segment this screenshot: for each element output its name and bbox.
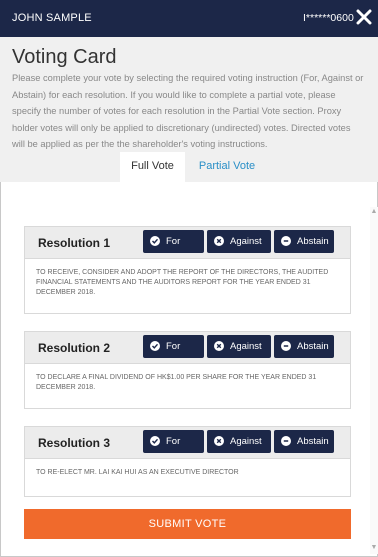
against-button[interactable]: Against <box>207 335 271 358</box>
for-label: For <box>166 341 181 352</box>
resolution-card: Resolution 1 For Against Abstain TO RECE… <box>24 226 351 314</box>
abstain-button[interactable]: Abstain <box>274 230 334 253</box>
for-label: For <box>166 436 181 447</box>
abstain-button[interactable]: Abstain <box>274 335 334 358</box>
top-bar: JOHN SAMPLE I******0600 <box>0 0 378 37</box>
minus-circle-icon <box>281 236 291 246</box>
submit-vote-button[interactable]: SUBMIT VOTE <box>24 509 351 539</box>
account-number: I******0600 <box>303 12 354 24</box>
resolution-header: Resolution 1 For Against Abstain <box>25 227 350 259</box>
for-button[interactable]: For <box>143 430 204 453</box>
resolution-text: TO RE-ELECT MR. LAI KAI HUI AS AN EXECUT… <box>36 469 239 476</box>
scrollbar[interactable] <box>370 207 378 554</box>
close-icon[interactable] <box>356 8 372 26</box>
resolution-card: Resolution 3 For Against Abstain TO RE-E… <box>24 426 351 497</box>
resolution-title: Resolution 1 <box>38 236 111 250</box>
for-button[interactable]: For <box>143 335 204 358</box>
user-name: JOHN SAMPLE <box>12 12 92 24</box>
resolution-title: Resolution 2 <box>38 341 111 355</box>
against-button[interactable]: Against <box>207 230 271 253</box>
resolution-text: TO RECEIVE, CONSIDER AND ADOPT THE REPOR… <box>36 269 329 296</box>
for-button[interactable]: For <box>143 230 204 253</box>
page-title: Voting Card <box>12 46 117 68</box>
against-label: Against <box>230 436 262 447</box>
scroll-down-icon[interactable]: ▼ <box>370 544 378 552</box>
x-circle-icon <box>214 236 224 246</box>
resolution-header: Resolution 3 For Against Abstain <box>25 427 350 459</box>
abstain-label: Abstain <box>297 236 329 247</box>
minus-circle-icon <box>281 436 291 446</box>
abstain-label: Abstain <box>297 341 329 352</box>
x-circle-icon <box>214 341 224 351</box>
abstain-label: Abstain <box>297 436 329 447</box>
scroll-up-icon[interactable]: ▲ <box>370 208 378 216</box>
minus-circle-icon <box>281 341 291 351</box>
for-label: For <box>166 236 181 247</box>
resolution-card: Resolution 2 For Against Abstain TO DECL… <box>24 331 351 409</box>
check-icon <box>150 236 160 246</box>
resolution-header: Resolution 2 For Against Abstain <box>25 332 350 364</box>
intro-text: Please complete your vote by selecting t… <box>12 73 364 149</box>
against-label: Against <box>230 236 262 247</box>
tab-full-vote[interactable]: Full Vote <box>120 152 185 182</box>
check-icon <box>150 341 160 351</box>
tab-partial-vote[interactable]: Partial Vote <box>188 152 266 183</box>
against-button[interactable]: Against <box>207 430 271 453</box>
x-circle-icon <box>214 436 224 446</box>
against-label: Against <box>230 341 262 352</box>
abstain-button[interactable]: Abstain <box>274 430 334 453</box>
resolution-text: TO DECLARE A FINAL DIVIDEND OF HK$1.00 P… <box>36 374 317 391</box>
check-icon <box>150 436 160 446</box>
resolution-title: Resolution 3 <box>38 436 111 450</box>
